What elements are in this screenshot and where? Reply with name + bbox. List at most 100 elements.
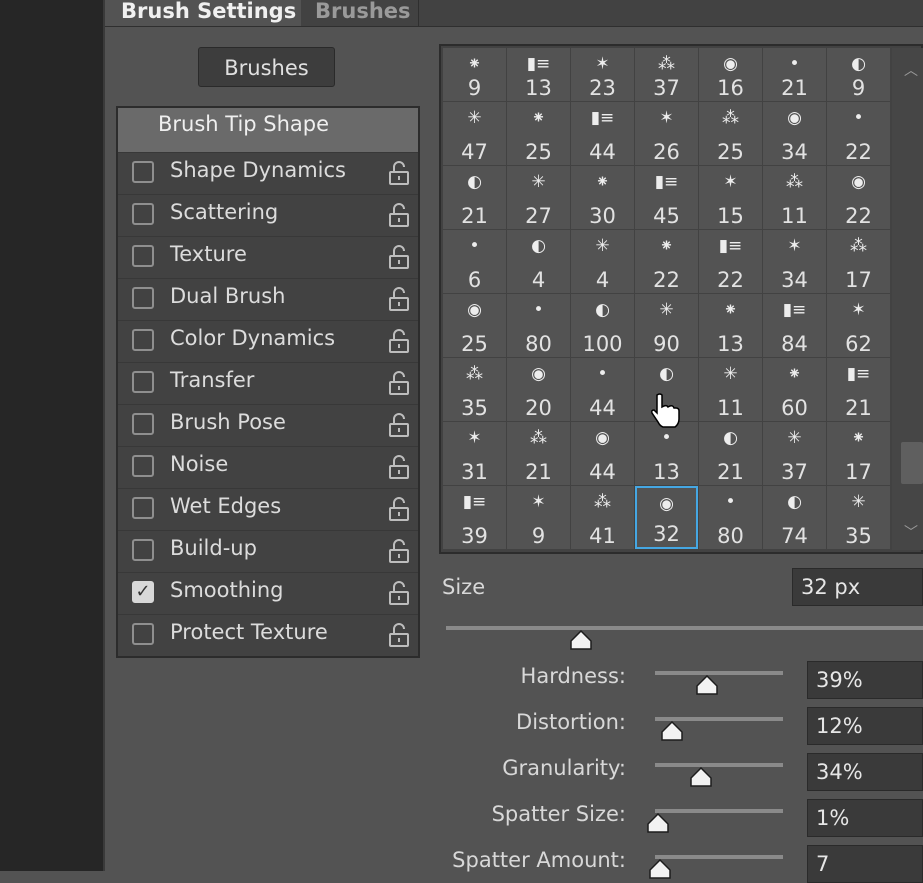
brush-preset[interactable]: ◉ 22 — [827, 166, 890, 229]
option-wet-edges[interactable]: Wet Edges — [118, 488, 418, 529]
checkbox[interactable] — [132, 371, 154, 393]
brush-preset[interactable]: ✳ 90 — [635, 294, 698, 357]
brush-preset[interactable]: ⁂ 25 — [699, 102, 762, 165]
lock-icon[interactable] — [388, 539, 410, 563]
brush-preset[interactable]: ✳ 47 — [443, 102, 506, 165]
brush-preset[interactable]: ▮≡ 13 — [507, 48, 570, 101]
brush-preset[interactable]: • 80 — [507, 294, 570, 357]
param-value-field[interactable]: 39% — [807, 661, 923, 699]
brush-preset[interactable]: ✳ 37 — [763, 422, 826, 485]
brush-preset[interactable]: ✳ 4 — [571, 230, 634, 293]
brush-preset[interactable]: ⁂ 11 — [763, 166, 826, 229]
brush-preset[interactable]: ✳ 11 — [699, 358, 762, 421]
param-slider-track[interactable] — [655, 763, 783, 767]
param-slider-thumb[interactable] — [647, 813, 670, 833]
brush-preset[interactable]: ⁂ 35 — [443, 358, 506, 421]
brush-preset[interactable]: ⁂ 17 — [827, 230, 890, 293]
checkbox[interactable] — [132, 203, 154, 225]
checkbox[interactable] — [132, 497, 154, 519]
brush-preset[interactable]: • 22 — [827, 102, 890, 165]
brush-preset-selected[interactable]: ◉ 32 — [635, 486, 698, 549]
brush-preset[interactable]: • 21 — [763, 48, 826, 101]
size-field[interactable]: 32 px — [792, 568, 923, 606]
lock-icon[interactable] — [388, 623, 410, 647]
brush-preset[interactable]: ⁕ 25 — [507, 102, 570, 165]
brush-preset[interactable]: ◐ 21 — [699, 422, 762, 485]
brush-preset[interactable]: ⁂ 41 — [571, 486, 634, 549]
param-value-field[interactable]: 7 — [807, 845, 923, 883]
option-shape-dynamics[interactable]: Shape Dynamics — [118, 152, 418, 193]
option-noise[interactable]: Noise — [118, 446, 418, 487]
tab-brush-settings[interactable]: Brush Settings — [105, 0, 301, 26]
param-slider-thumb[interactable] — [689, 767, 712, 787]
param-slider-track[interactable] — [655, 671, 783, 675]
lock-icon[interactable] — [388, 581, 410, 605]
checkbox[interactable] — [132, 413, 154, 435]
param-slider-thumb[interactable] — [661, 721, 684, 741]
checkbox[interactable] — [132, 539, 154, 561]
lock-icon[interactable] — [388, 497, 410, 521]
checkbox[interactable] — [132, 245, 154, 267]
option-dual-brush[interactable]: Dual Brush — [118, 278, 418, 319]
option-texture[interactable]: Texture — [118, 236, 418, 277]
option-protect-texture[interactable]: Protect Texture — [118, 614, 418, 655]
checkbox[interactable] — [132, 623, 154, 645]
option-color-dynamics[interactable]: Color Dynamics — [118, 320, 418, 361]
tab-brushes[interactable]: Brushes — [301, 0, 419, 26]
brush-preset[interactable]: ✶ 15 — [699, 166, 762, 229]
checkbox[interactable] — [132, 455, 154, 477]
brush-preset[interactable]: ◐ 9 — [827, 48, 890, 101]
brush-preset[interactable]: ⁕ 22 — [635, 230, 698, 293]
brush-preset[interactable]: ✶ 26 — [635, 102, 698, 165]
lock-icon[interactable] — [388, 455, 410, 479]
brush-preset[interactable]: ⁕ 13 — [699, 294, 762, 357]
option-build-up[interactable]: Build-up — [118, 530, 418, 571]
brush-preset[interactable]: ▮≡ 44 — [571, 102, 634, 165]
lock-icon[interactable] — [388, 371, 410, 395]
checkbox[interactable] — [132, 161, 154, 183]
brush-preset[interactable]: ▮≡ 21 — [827, 358, 890, 421]
param-value-field[interactable]: 12% — [807, 707, 923, 745]
brush-preset[interactable]: • 80 — [699, 486, 762, 549]
brush-preset[interactable]: ⁂ 37 — [635, 48, 698, 101]
lock-icon[interactable] — [388, 203, 410, 227]
brush-preset[interactable]: ◉ 44 — [571, 422, 634, 485]
brush-preset[interactable]: ✶ 62 — [827, 294, 890, 357]
param-slider-thumb[interactable] — [648, 859, 671, 879]
param-slider-thumb[interactable] — [696, 675, 718, 695]
brush-preset[interactable]: • 44 — [571, 358, 634, 421]
brush-preset[interactable]: ⁕ 9 — [443, 48, 506, 101]
brush-preset[interactable]: ◉ 20 — [507, 358, 570, 421]
brush-tip-shape-item[interactable]: Brush Tip Shape — [118, 108, 418, 152]
option-brush-pose[interactable]: Brush Pose — [118, 404, 418, 445]
brush-preset[interactable]: ✶ 23 — [571, 48, 634, 101]
grid-scrollbar[interactable]: ︿ ﹀ — [892, 48, 923, 550]
brush-preset[interactable]: ▮≡ 84 — [763, 294, 826, 357]
option-scattering[interactable]: Scattering — [118, 194, 418, 235]
scroll-up-icon[interactable]: ︿ — [904, 60, 918, 80]
brush-preset[interactable]: ◐ 21 — [443, 166, 506, 229]
lock-icon[interactable] — [388, 245, 410, 269]
brush-preset[interactable]: ⁂ 21 — [507, 422, 570, 485]
checkbox[interactable] — [132, 287, 154, 309]
param-value-field[interactable]: 1% — [807, 799, 923, 837]
brush-preset[interactable]: • 13 — [635, 422, 698, 485]
lock-icon[interactable] — [388, 161, 410, 185]
checkbox[interactable] — [132, 329, 154, 351]
brush-preset[interactable]: ▮≡ 45 — [635, 166, 698, 229]
brush-preset[interactable]: ◐ 100 — [571, 294, 634, 357]
lock-icon[interactable] — [388, 329, 410, 353]
brush-preset[interactable]: ✶ 9 — [507, 486, 570, 549]
brush-preset[interactable]: ◐ 74 — [763, 486, 826, 549]
checkmark-icon[interactable]: ✓ — [132, 581, 154, 603]
brush-preset[interactable]: ◉ 25 — [443, 294, 506, 357]
brush-preset[interactable]: ✳ 27 — [507, 166, 570, 229]
lock-icon[interactable] — [388, 413, 410, 437]
brush-preset[interactable]: ▮≡ 39 — [443, 486, 506, 549]
param-slider-track[interactable] — [655, 855, 783, 859]
size-slider-thumb[interactable] — [570, 630, 592, 650]
brush-preset[interactable]: ⁕ 60 — [763, 358, 826, 421]
scroll-down-icon[interactable]: ﹀ — [904, 522, 918, 542]
brush-preset[interactable]: ⁕ 30 — [571, 166, 634, 229]
brush-preset[interactable]: ✶ 34 — [763, 230, 826, 293]
